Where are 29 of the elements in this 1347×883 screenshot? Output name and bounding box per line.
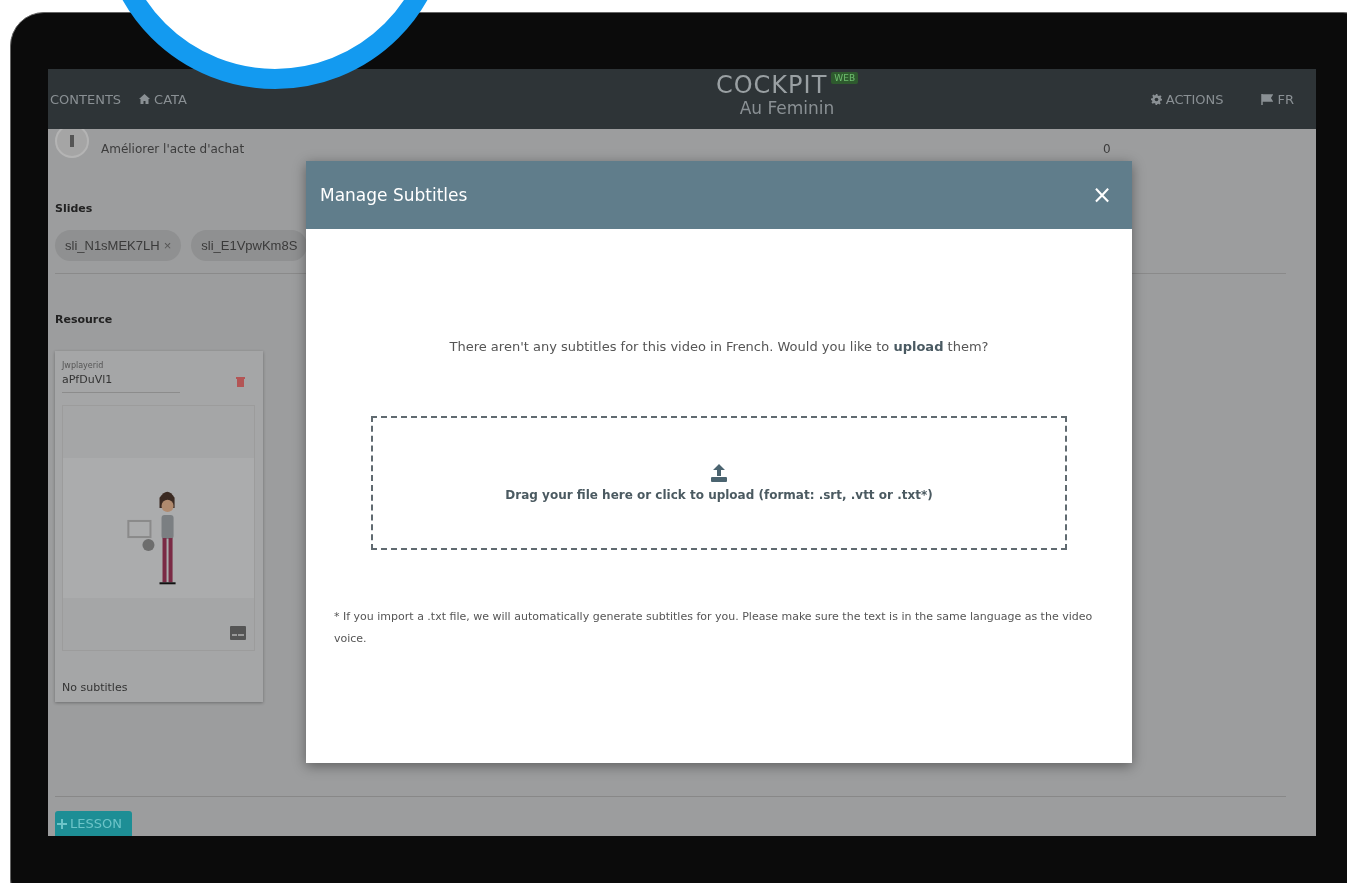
section-title: Slides bbox=[55, 202, 93, 215]
subtitles-icon[interactable] bbox=[230, 626, 246, 640]
plus-icon bbox=[57, 818, 67, 829]
objective-label: Améliorer l'acte d'achat bbox=[101, 142, 246, 156]
nav-link[interactable]: FR bbox=[1261, 91, 1294, 107]
remove-icon[interactable]: × bbox=[163, 238, 172, 253]
input-field[interactable]: aPfDuVl1 bbox=[62, 370, 180, 393]
slide-chip[interactable]: sli_E1VpwKm8S bbox=[191, 230, 308, 261]
dialog-title: Manage Subtitles bbox=[320, 185, 468, 205]
field-label: Jwplayerid bbox=[62, 361, 105, 370]
nav-link[interactable]: CONTENTS bbox=[50, 91, 122, 107]
info-message: There aren't any subtitles for this video in French. Would you like to upload them? bbox=[449, 339, 989, 354]
upload-dropzone[interactable]: Drag your file here or click to upload (format: .srt, .vtt or .txt*) bbox=[371, 416, 1067, 550]
web-badge: WEB bbox=[831, 72, 859, 84]
footnote: * If you import a .txt file, we will automatically generate subtitles for you. Please make sure the text is in the same language as the video voice. bbox=[334, 609, 1094, 647]
section-title: Resource bbox=[55, 313, 113, 326]
nav-link[interactable]: CATA bbox=[139, 91, 187, 107]
subtitles-status: No subtitles bbox=[62, 681, 129, 694]
home-icon bbox=[139, 94, 151, 104]
close-button[interactable]: × bbox=[1085, 181, 1118, 209]
gear-icon bbox=[1150, 93, 1162, 105]
trash-icon[interactable] bbox=[236, 376, 245, 387]
flag-icon bbox=[1261, 93, 1274, 105]
site-name: Au Feminin bbox=[739, 98, 835, 118]
objective-count: 0 bbox=[1103, 142, 1111, 156]
nav-link[interactable]: ACTIONS bbox=[1150, 91, 1224, 107]
logo-text: COCKPIT bbox=[715, 72, 828, 98]
upload-icon bbox=[710, 464, 728, 482]
slide-chip[interactable]: sli_N1sMEK7LH × bbox=[55, 230, 182, 261]
